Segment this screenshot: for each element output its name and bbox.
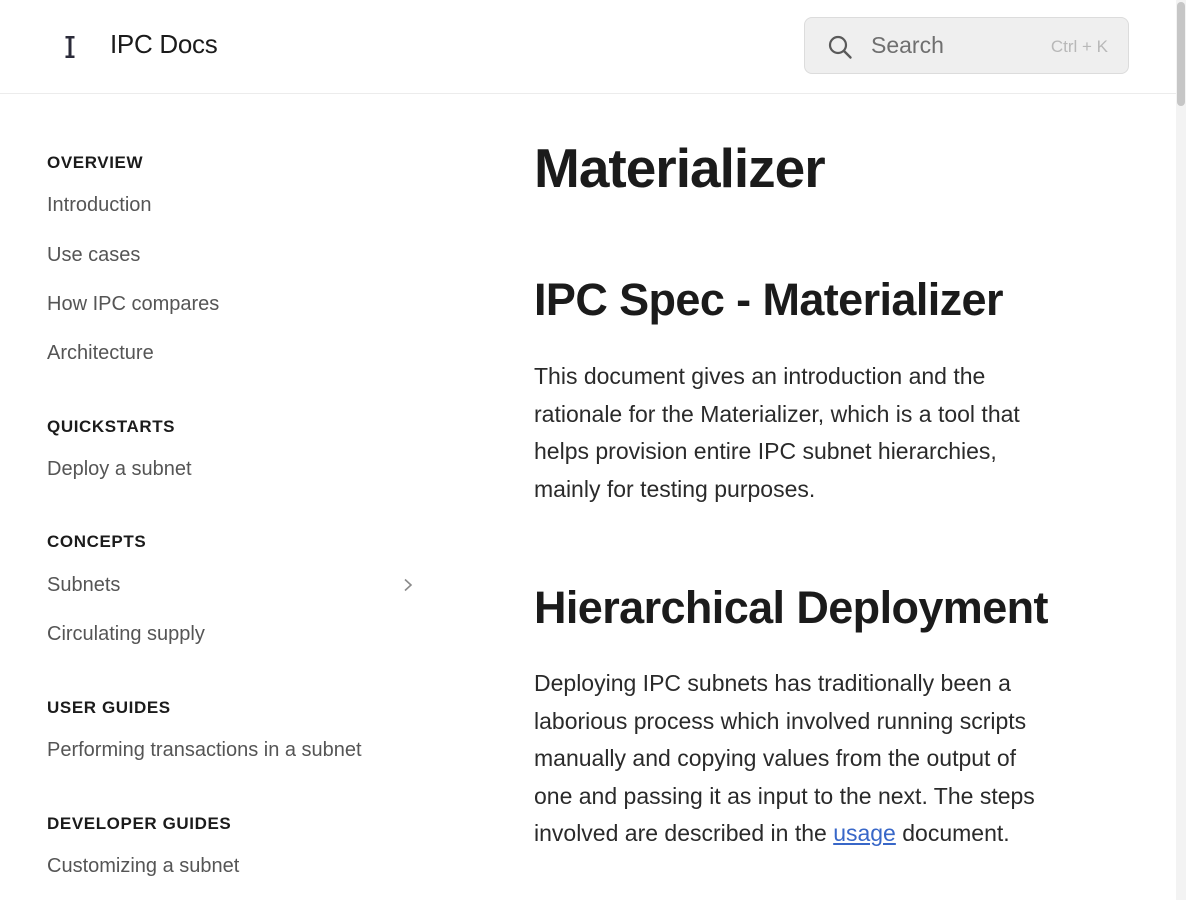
section-paragraph-intro: This document gives an introduction and … (534, 363, 1020, 502)
search-button[interactable]: Search Ctrl + K (804, 17, 1129, 74)
sidebar-item-customizing-a-subnet[interactable]: Customizing a subnet (47, 855, 427, 878)
sidebar-item-how-ipc-compares[interactable]: How IPC compares (47, 293, 427, 316)
sidebar-heading-quickstarts: QUICKSTARTS (47, 417, 176, 436)
chevron-right-icon[interactable] (401, 578, 415, 592)
sidebar-item-subnets[interactable]: Subnets (47, 574, 427, 597)
sidebar-item-introduction[interactable]: Introduction (47, 194, 427, 217)
sidebar-heading-developer-guides: DEVELOPER GUIDES (47, 814, 232, 833)
section-heading-hierarchical-deployment: Hierarchical Deployment (534, 582, 1049, 633)
sidebar-heading-concepts: CONCEPTS (47, 532, 147, 551)
scrollbar-thumb[interactable] (1177, 2, 1185, 106)
page-title: Materializer (534, 137, 826, 199)
usage-link[interactable]: usage (833, 820, 896, 846)
page-scrollbar[interactable] (1176, 0, 1186, 900)
search-icon (828, 35, 852, 59)
section-paragraph-deployment: Deploying IPC subnets has traditionally … (534, 665, 1054, 853)
site-title[interactable]: IPC Docs (110, 29, 218, 60)
sidebar-item-label: Subnets (47, 574, 121, 596)
search-placeholder: Search (871, 32, 944, 58)
sidebar-item-architecture[interactable]: Architecture (47, 342, 427, 365)
sidebar-item-circulating-supply[interactable]: Circulating supply (47, 623, 427, 646)
ipc-logo-icon[interactable] (60, 33, 80, 61)
search-shortcut-hint: Ctrl + K (1050, 37, 1108, 56)
sidebar-nav: OVERVIEW Introduction Use cases How IPC … (47, 94, 437, 900)
sidebar-heading-user-guides: USER GUIDES (47, 698, 171, 717)
sidebar-item-deploy-a-subnet[interactable]: Deploy a subnet (47, 458, 427, 481)
sidebar-heading-overview: OVERVIEW (47, 153, 144, 172)
site-header: IPC Docs Search Ctrl + K (0, 0, 1176, 94)
sidebar-item-performing-transactions[interactable]: Performing transactions in a subnet (47, 739, 427, 762)
paragraph-text-end: document. (895, 820, 1010, 847)
section-heading-ipc-spec: IPC Spec - Materializer (534, 274, 1003, 325)
sidebar-item-use-cases[interactable]: Use cases (47, 244, 427, 267)
